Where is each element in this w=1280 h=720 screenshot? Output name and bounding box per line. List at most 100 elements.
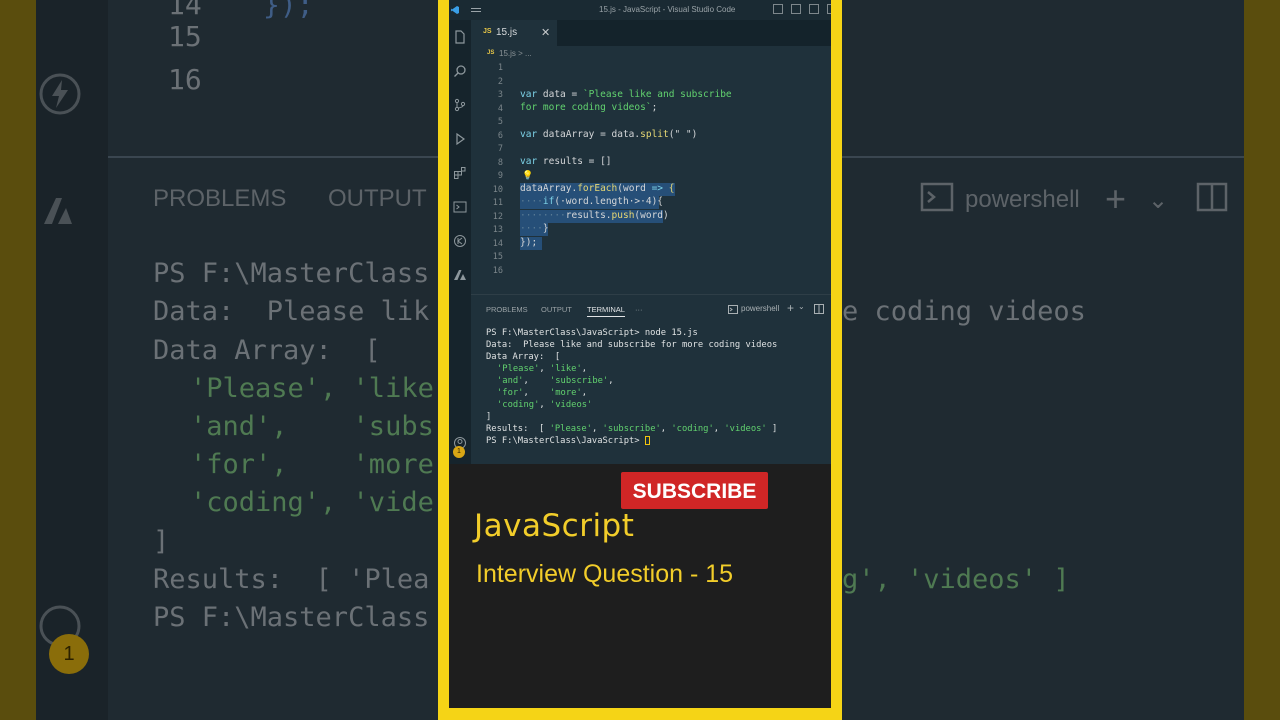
- source-control-icon[interactable]: [453, 98, 467, 112]
- title-bar: 15.js - JavaScript - Visual Studio Code: [449, 0, 831, 20]
- azure-icon[interactable]: [453, 268, 467, 282]
- terminal-data-line: Data: Please like and subscribe for more…: [486, 340, 778, 350]
- line-number: 6: [497, 130, 503, 141]
- code-text: results = []: [542, 156, 612, 167]
- array-element: 'Please': [497, 364, 540, 374]
- backdrop-tab-output: OUTPUT: [328, 185, 427, 212]
- result-element: 'coding': [671, 424, 714, 434]
- function-name: split: [640, 129, 669, 140]
- terminal-array-row: 'Please', 'like',: [497, 364, 588, 374]
- tab-problems[interactable]: PROBLEMS: [486, 305, 528, 314]
- backdrop-terminal-line-1: PS F:\MasterClass: [153, 258, 430, 289]
- array-element: 'subscribe': [549, 376, 609, 386]
- shell-name[interactable]: powershell: [741, 304, 779, 313]
- bottom-panel: PROBLEMS OUTPUT TERMINAL ··· powershell …: [471, 294, 831, 464]
- backdrop-terminal-line-9-right: g', 'videos' ]: [842, 564, 1070, 595]
- array-element: 'for': [497, 388, 524, 398]
- backdrop-plus-icon: +: [1105, 178, 1127, 219]
- code-text: dataArray = data.: [542, 129, 641, 140]
- subscribe-button[interactable]: SUBSCRIBE: [621, 472, 768, 509]
- line-number: 14: [492, 238, 503, 249]
- breadcrumb: JS 15.js > ...: [471, 46, 831, 62]
- more-actions-icon[interactable]: ···: [635, 305, 643, 314]
- code-text: ;: [651, 102, 658, 113]
- code-line-14: });: [520, 237, 537, 248]
- backdrop-terminal-line-10: PS F:\MasterClass: [153, 602, 430, 633]
- layout-custom-icon[interactable]: [827, 4, 831, 14]
- activity-bar: [449, 20, 471, 464]
- breadcrumb-javascript-icon: JS: [487, 50, 495, 56]
- notification-badge[interactable]: 1: [453, 446, 465, 458]
- function-name: forEach: [577, 183, 618, 194]
- line-number: 5: [497, 117, 503, 127]
- lightbulb-icon[interactable]: 💡: [522, 170, 533, 181]
- string-literal: `Please like and subscribe: [582, 89, 732, 100]
- code-text: }: [542, 223, 549, 234]
- terminal-prompt-line[interactable]: PS F:\MasterClass\JavaScript>: [486, 436, 650, 446]
- line-number: 16: [492, 265, 503, 276]
- layout-sidebar-icon[interactable]: [773, 4, 783, 14]
- tab-terminal[interactable]: TERMINAL: [587, 305, 625, 317]
- backdrop-terminal-line-2: Data: Please lik: [153, 296, 430, 327]
- layout-secondary-icon[interactable]: [809, 4, 819, 14]
- code-text: results.: [565, 210, 612, 221]
- code-text: (" "): [668, 129, 698, 140]
- run-debug-icon[interactable]: [453, 132, 467, 146]
- code-line-12: ········results.push(word): [520, 210, 669, 221]
- menu-icon[interactable]: [471, 8, 481, 9]
- terminal-results-line: Results: [ 'Please', 'subscribe', 'codin…: [486, 424, 778, 434]
- window-title: 15.js - JavaScript - Visual Studio Code: [599, 5, 736, 14]
- keyword-var: var: [520, 156, 543, 167]
- backdrop-terminal-line-5: 'and', 'subs: [190, 411, 434, 442]
- keyword-var: var: [520, 89, 543, 100]
- code-text: (word): [634, 210, 669, 221]
- code-editor[interactable]: var data = `Please like and subscribe fo…: [471, 62, 831, 294]
- code-line-10: dataArray.forEach(word => {: [520, 183, 674, 194]
- new-terminal-plus-icon[interactable]: +: [787, 301, 794, 315]
- code-line-13: ····}: [520, 223, 549, 234]
- arrow-operator: =>: [645, 183, 669, 194]
- line-number: 7: [497, 144, 503, 154]
- terminal-cursor: [644, 436, 650, 445]
- backdrop-terminal-line-4: 'Please', 'like: [190, 373, 434, 404]
- backdrop-bolt-icon: [39, 73, 81, 115]
- backdrop-terminal-line-8: ]: [153, 526, 170, 557]
- backdrop-terminal-line-6: 'for', 'more: [190, 449, 434, 480]
- close-icon[interactable]: ✕: [541, 26, 550, 39]
- backdrop-yellow-strip-left: [0, 0, 36, 720]
- keyword-var: var: [520, 129, 543, 140]
- terminal-array-row: 'coding', 'videos': [497, 400, 593, 410]
- chevron-down-icon[interactable]: ⌄: [798, 302, 805, 311]
- split-terminal-icon[interactable]: [814, 304, 824, 314]
- breadcrumb-path[interactable]: 15.js > ...: [499, 49, 532, 58]
- result-element: 'Please': [549, 424, 592, 434]
- array-element: 'like': [549, 364, 582, 374]
- explorer-icon[interactable]: [453, 30, 467, 44]
- extensions-icon[interactable]: [453, 166, 467, 180]
- code-line-4: for more coding videos`;: [520, 102, 657, 113]
- backdrop-terminal-line-3: Data Array: [: [153, 335, 381, 366]
- line-numbers: 1 2 3 4 5 6 7 8 9 10 11 12 13 14 15 16: [471, 62, 519, 294]
- terminal-view-icon[interactable]: [453, 200, 467, 214]
- tab-15-js[interactable]: JS 15.js ✕: [471, 20, 557, 46]
- terminal-command-line: PS F:\MasterClass\JavaScript> node 15.js: [486, 328, 698, 338]
- layout-panel-icon[interactable]: [791, 4, 801, 14]
- backdrop-yellow-strip-right: [1244, 0, 1280, 720]
- search-icon[interactable]: [453, 64, 467, 78]
- video-title: JavaScript: [474, 508, 635, 544]
- tab-filename: 15.js: [496, 27, 518, 38]
- whitespace-marker: ········: [520, 210, 566, 221]
- backdrop-split-icon: [1196, 182, 1228, 212]
- editor-tab-bar: JS 15.js ✕: [471, 20, 831, 46]
- array-element: 'more': [549, 388, 582, 398]
- keyword-if: if: [542, 196, 555, 207]
- results-label: Results: [: [486, 424, 550, 434]
- code-line-8: var results = []: [520, 156, 612, 167]
- tab-output[interactable]: OUTPUT: [541, 305, 572, 314]
- remote-explorer-icon[interactable]: [453, 234, 467, 248]
- terminal-array-close: ]: [486, 412, 492, 422]
- backdrop-notification-badge: 1: [49, 634, 89, 674]
- backdrop-activity-bar: [36, 0, 108, 720]
- whitespace-marker: ····: [520, 223, 543, 234]
- backdrop-terminal-line-7: 'coding', 'vide: [190, 487, 434, 518]
